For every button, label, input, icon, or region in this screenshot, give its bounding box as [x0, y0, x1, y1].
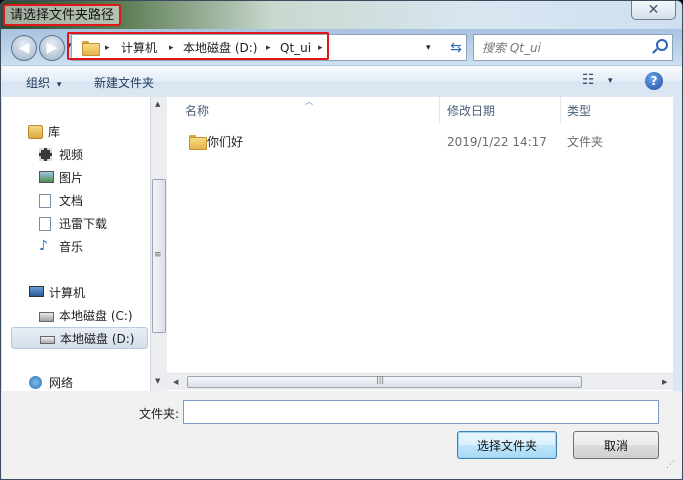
- sidebar-item-local-disk-d[interactable]: 本地磁盘 (D:): [11, 327, 148, 349]
- cancel-button[interactable]: 取消: [573, 431, 659, 459]
- scroll-left-icon[interactable]: ◀: [173, 378, 178, 386]
- close-button[interactable]: ✕: [631, 1, 676, 20]
- navigation-scroll-thumb[interactable]: ≡: [152, 179, 166, 333]
- close-icon: ✕: [647, 2, 660, 18]
- address-highlight-box: [67, 32, 329, 60]
- sidebar-item-label: 网络: [49, 376, 74, 390]
- download-icon: [39, 217, 51, 231]
- resize-grip-icon[interactable]: ⋰: [666, 461, 678, 475]
- system-drive-icon: [39, 312, 54, 322]
- sidebar-item-label: 本地磁盘 (D:): [60, 332, 135, 346]
- file-modified-date: 2019/1/22 14:17: [447, 135, 547, 149]
- sidebar-item-library[interactable]: 库: [28, 121, 61, 143]
- new-folder-label: 新建文件夹: [94, 76, 155, 90]
- folder-icon: [189, 135, 207, 150]
- search-box[interactable]: [473, 34, 673, 61]
- organize-label: 组织: [26, 76, 51, 90]
- sidebar-item-label: 视频: [59, 148, 84, 162]
- sidebar-item-label: 本地磁盘 (C:): [59, 309, 133, 323]
- search-input[interactable]: [482, 40, 647, 56]
- sidebar-item-label: 库: [48, 125, 61, 139]
- file-list-horizontal-scrollbar[interactable]: ◀ ||| ▶: [167, 373, 673, 390]
- navigation-pane: 库 视频 图片 文档 迅雷下载 ♪ 音乐 计算机 本地磁盘 (C:) 本地磁盘 …: [2, 97, 150, 391]
- video-icon: [39, 148, 52, 161]
- file-list-pane: 名称 ︿ 修改日期 类型 你们好 2019/1/22 14:17 文件夹: [167, 97, 673, 391]
- computer-icon: [29, 286, 44, 297]
- help-button[interactable]: ?: [645, 72, 663, 90]
- address-history-dropdown[interactable]: ▾: [426, 43, 431, 53]
- forward-button[interactable]: ▶: [39, 35, 65, 61]
- sidebar-item-label: 文档: [59, 194, 84, 208]
- chevron-down-icon: ▾: [608, 76, 613, 86]
- sidebar-item-pictures[interactable]: 图片: [39, 167, 84, 189]
- sidebar-item-music[interactable]: ♪ 音乐: [39, 236, 84, 258]
- column-header-name[interactable]: 名称: [185, 102, 209, 119]
- refresh-icon: ⇆: [450, 39, 462, 56]
- sidebar-item-xunlei-download[interactable]: 迅雷下载: [39, 213, 108, 235]
- sidebar-item-label: 图片: [59, 171, 84, 185]
- horizontal-scroll-thumb[interactable]: |||: [187, 375, 582, 388]
- column-divider[interactable]: [560, 97, 561, 123]
- library-icon: [28, 125, 43, 139]
- scroll-grip-icon: ≡: [154, 250, 162, 260]
- forward-arrow-icon: ▶: [46, 40, 58, 56]
- refresh-button[interactable]: ⇆: [445, 34, 467, 61]
- view-list-icon: ☷: [582, 72, 595, 88]
- sidebar-item-label: 迅雷下载: [59, 217, 108, 231]
- dialog-footer: 文件夹: 选择文件夹 取消 ⋰: [2, 391, 682, 479]
- scroll-right-icon[interactable]: ▶: [662, 378, 667, 386]
- chevron-down-icon: ▾: [56, 80, 62, 90]
- scroll-grip-icon: |||: [376, 375, 385, 384]
- view-options-dropdown[interactable]: ▾: [608, 76, 613, 86]
- select-folder-button[interactable]: 选择文件夹: [457, 431, 557, 459]
- sidebar-item-label: 音乐: [59, 240, 84, 254]
- navigation-scrollbar[interactable]: ▲ ≡ ▼: [150, 97, 167, 391]
- back-button[interactable]: ◀: [11, 35, 37, 61]
- folder-name-input[interactable]: [183, 400, 659, 424]
- sidebar-item-label: 计算机: [49, 286, 86, 300]
- column-divider[interactable]: [439, 97, 440, 123]
- file-type: 文件夹: [567, 135, 604, 149]
- sidebar-item-video[interactable]: 视频: [39, 144, 84, 166]
- column-header-modified[interactable]: 修改日期: [447, 102, 495, 119]
- sidebar-item-documents[interactable]: 文档: [39, 190, 84, 212]
- command-toolbar: 组织 ▾ 新建文件夹 ☷ ▾ ?: [2, 65, 682, 97]
- search-icon[interactable]: [656, 39, 668, 51]
- help-icon: ?: [650, 74, 658, 88]
- title-bar[interactable]: 请选择文件夹路径 ✕: [1, 1, 682, 29]
- back-arrow-icon: ◀: [18, 40, 30, 56]
- drive-icon: [40, 336, 55, 344]
- pictures-icon: [39, 171, 54, 183]
- scroll-up-icon[interactable]: ▲: [155, 100, 160, 108]
- column-header-type[interactable]: 类型: [567, 102, 591, 119]
- navigation-row: ◀ ▶ ▾ ▸ 计算机 ▸ 本地磁盘 (D:) ▸ Qt_ui ▸ ▾ ⇆: [1, 29, 682, 65]
- sidebar-item-local-disk-c[interactable]: 本地磁盘 (C:): [39, 305, 133, 327]
- window-title: 请选择文件夹路径: [3, 4, 122, 26]
- file-row[interactable]: 你们好 2019/1/22 14:17 文件夹: [177, 131, 647, 153]
- file-name: 你们好: [207, 135, 244, 149]
- sidebar-item-computer[interactable]: 计算机: [29, 282, 86, 304]
- network-icon: [29, 376, 42, 389]
- view-options-button[interactable]: ☷: [582, 72, 595, 88]
- documents-icon: [39, 194, 51, 208]
- new-folder-button[interactable]: 新建文件夹: [94, 74, 154, 91]
- scroll-down-icon[interactable]: ▼: [155, 377, 160, 385]
- folder-name-label: 文件夹:: [139, 407, 180, 421]
- sort-ascending-icon: ︿: [305, 97, 313, 106]
- organize-menu-button[interactable]: 组织 ▾: [26, 74, 61, 91]
- folder-picker-dialog: 请选择文件夹路径 ✕ ◀ ▶ ▾ ▸ 计算机 ▸ 本地磁盘 (D:) ▸ Qt_…: [0, 0, 683, 480]
- sidebar-item-network[interactable]: 网络: [29, 372, 74, 391]
- music-icon: ♪: [39, 238, 48, 254]
